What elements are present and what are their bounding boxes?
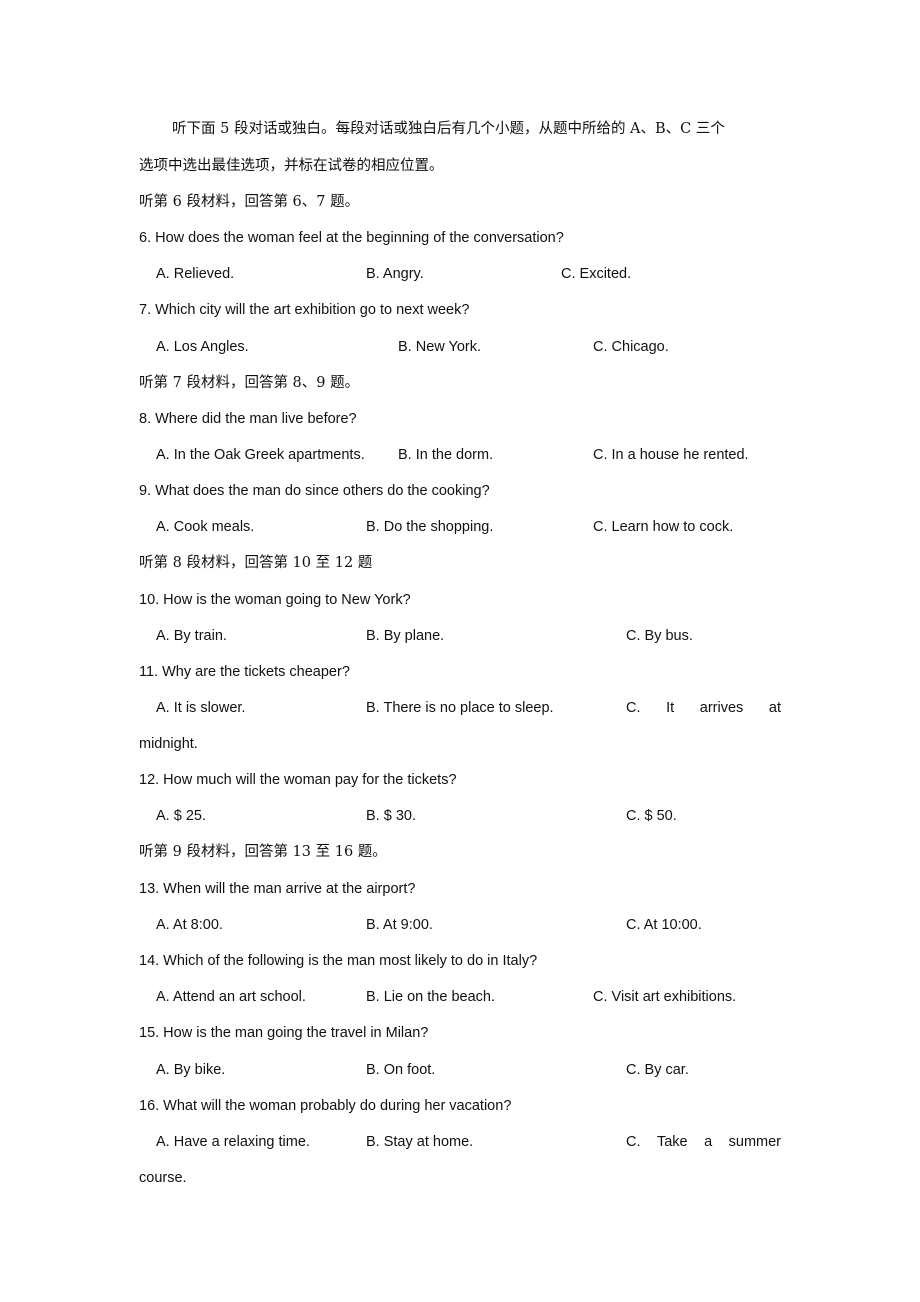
option-c-word: at bbox=[768, 700, 781, 716]
option-c-word: a bbox=[704, 1134, 713, 1150]
question-stem: 6. How does the woman feel at the beginn… bbox=[139, 230, 564, 246]
question-stem: 10. How is the woman going to New York? bbox=[139, 592, 411, 608]
option-b: B. In the dorm. bbox=[398, 447, 494, 463]
option-c: C. Visit art exhibitions. bbox=[593, 989, 737, 1005]
option-a: A. Los Angles. bbox=[156, 339, 249, 355]
section-heading: 听第 8 段材料，回答第 10 至 12 题 bbox=[139, 555, 373, 571]
option-a: A. By train. bbox=[156, 628, 227, 644]
option-b: B. By plane. bbox=[366, 628, 445, 644]
option-c-word: Take bbox=[656, 1134, 688, 1150]
option-a: A. It is slower. bbox=[156, 700, 246, 716]
option-a: A. Cook meals. bbox=[156, 519, 255, 535]
option-b: B. Stay at home. bbox=[366, 1134, 474, 1150]
option-b: B. Angry. bbox=[366, 266, 424, 282]
option-c-word: C. bbox=[626, 1134, 641, 1150]
section-heading: 听第 6 段材料，回答第 6、7 题。 bbox=[139, 194, 360, 210]
option-c: C. Excited. bbox=[561, 266, 632, 282]
option-c: C. Take a summer bbox=[626, 1132, 781, 1152]
question-stem: 7. Which city will the art exhibition go… bbox=[139, 302, 470, 318]
option-c-word: It bbox=[666, 700, 675, 716]
option-c: C. It arrives at bbox=[626, 698, 781, 718]
question-stem: 8. Where did the man live before? bbox=[139, 411, 357, 427]
option-a: A. In the Oak Greek apartments. bbox=[156, 447, 365, 463]
question-stem: 16. What will the woman probably do duri… bbox=[139, 1098, 512, 1114]
option-a: A. Relieved. bbox=[156, 266, 235, 282]
option-c: C. At 10:00. bbox=[626, 917, 702, 933]
question-stem: 13. When will the man arrive at the airp… bbox=[139, 881, 416, 897]
option-c-continuation: course. bbox=[139, 1170, 187, 1186]
option-b: B. Do the shopping. bbox=[366, 519, 494, 535]
section-heading: 听第 9 段材料，回答第 13 至 16 题。 bbox=[139, 844, 387, 860]
question-stem: 11. Why are the tickets cheaper? bbox=[139, 664, 350, 680]
option-c: C. $ 50. bbox=[626, 808, 677, 824]
option-c: C. In a house he rented. bbox=[593, 447, 749, 463]
option-a: A. By bike. bbox=[156, 1062, 226, 1078]
option-c: C. Learn how to cock. bbox=[593, 519, 734, 535]
option-c-word: arrives bbox=[699, 700, 744, 716]
option-a: A. Have a relaxing time. bbox=[156, 1134, 310, 1150]
question-stem: 14. Which of the following is the man mo… bbox=[139, 953, 538, 969]
option-c: C. By bus. bbox=[626, 628, 693, 644]
option-b: B. On foot. bbox=[366, 1062, 436, 1078]
exam-page: 听下面 5 段对话或独白。每段对话或独白后有几个小题，从题中所给的 A、B、C … bbox=[0, 0, 920, 1302]
option-b: B. At 9:00. bbox=[366, 917, 433, 933]
option-b: B. Lie on the beach. bbox=[366, 989, 495, 1005]
option-a: A. Attend an art school. bbox=[156, 989, 306, 1005]
option-c: C. By car. bbox=[626, 1062, 689, 1078]
option-c-word: C. bbox=[626, 700, 641, 716]
option-b: B. There is no place to sleep. bbox=[366, 700, 554, 716]
option-c: C. Chicago. bbox=[593, 339, 669, 355]
option-c-word: summer bbox=[728, 1134, 781, 1150]
option-b: B. New York. bbox=[398, 339, 482, 355]
option-a: A. At 8:00. bbox=[156, 917, 223, 933]
option-a: A. $ 25. bbox=[156, 808, 206, 824]
question-stem: 9. What does the man do since others do … bbox=[139, 483, 490, 499]
instructions-line-1: 听下面 5 段对话或独白。每段对话或独白后有几个小题，从题中所给的 A、B、C … bbox=[172, 121, 725, 137]
instructions-line-2: 选项中选出最佳选项，并标在试卷的相应位置。 bbox=[139, 158, 444, 174]
section-heading: 听第 7 段材料，回答第 8、9 题。 bbox=[139, 375, 360, 391]
option-c-continuation: midnight. bbox=[139, 736, 198, 752]
question-stem: 12. How much will the woman pay for the … bbox=[139, 772, 457, 788]
question-stem: 15. How is the man going the travel in M… bbox=[139, 1025, 429, 1041]
option-b: B. $ 30. bbox=[366, 808, 416, 824]
